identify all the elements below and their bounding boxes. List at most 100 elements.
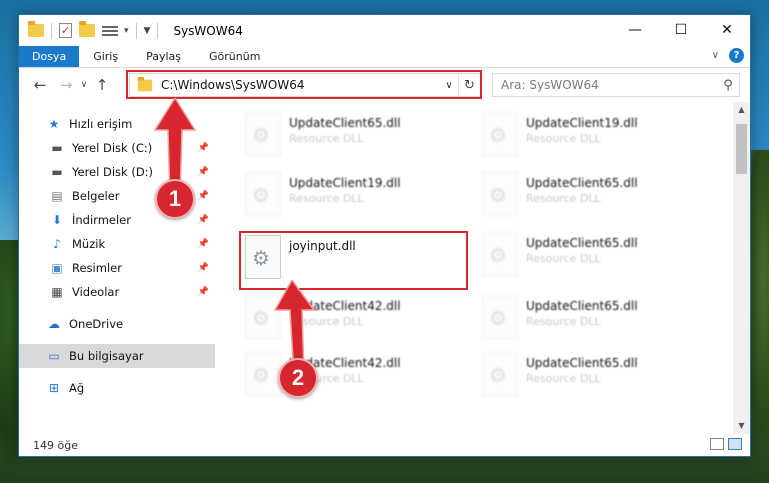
computer-icon: ▭	[48, 349, 60, 363]
file-name: UpdateClient65.dll	[526, 356, 638, 370]
recent-dropdown-icon[interactable]: ∨	[77, 80, 91, 90]
file-texts: UpdateClient19.dll Resource DLL	[289, 172, 401, 205]
customize-icon[interactable]	[102, 24, 118, 38]
qa-separator	[51, 22, 52, 39]
minimize-button[interactable]: —	[612, 15, 658, 45]
chevron-down-icon[interactable]: ∨	[712, 50, 719, 61]
download-icon: ⬇	[51, 213, 63, 227]
videos-icon: ▦	[51, 285, 63, 299]
dll-file-icon	[482, 295, 518, 339]
ribbon-tabs: Dosya Giriş Paylaş Görünüm ∨ ?	[19, 46, 750, 68]
dll-file-icon	[482, 172, 518, 216]
scroll-down-icon[interactable]: ▼	[733, 418, 750, 434]
cloud-icon: ☁	[48, 317, 60, 331]
file-texts: UpdateClient65.dll Resource DLL	[526, 232, 638, 265]
item-count: 149 öğe	[33, 438, 78, 452]
search-box[interactable]: Ara: SysWOW64 ⚲	[492, 73, 740, 97]
qa-separator-2	[135, 22, 137, 39]
pin-icon: 📌	[197, 239, 209, 249]
pin-icon: 📌	[197, 287, 209, 297]
file-texts: UpdateClient65.dll Resource DLL	[526, 295, 638, 328]
file-item[interactable]: UpdateClient65.dll Resource DLL	[482, 232, 707, 284]
file-name: UpdateClient65.dll	[289, 116, 401, 130]
file-name: UpdateClient65.dll	[526, 176, 638, 190]
network-icon: ⊞	[48, 381, 60, 395]
scroll-up-icon[interactable]: ▲	[733, 102, 750, 118]
properties-check-icon[interactable]: ✓	[59, 23, 72, 38]
help-icon[interactable]: ?	[729, 48, 744, 63]
large-icons-view-icon[interactable]	[728, 438, 742, 450]
window-controls: — ☐ ✕	[612, 15, 750, 45]
search-input[interactable]: Ara: SysWOW64	[493, 78, 717, 92]
sidebar-item-this-pc[interactable]: ▭ Bu bilgisayar	[19, 344, 215, 368]
file-type: Resource DLL	[526, 252, 601, 265]
status-bar: 149 öğe	[19, 434, 750, 456]
dll-file-icon	[482, 112, 518, 156]
file-texts: UpdateClient65.dll Resource DLL	[289, 112, 401, 145]
sidebar-item-label: Müzik	[72, 237, 106, 251]
pin-icon: 📌	[197, 263, 209, 273]
view-toggle	[710, 438, 742, 450]
scrollbar-thumb[interactable]	[736, 124, 747, 174]
quick-access-toolbar: ✓ ▾ ▼	[19, 15, 150, 46]
sidebar-item-label: Yerel Disk (D:)	[72, 165, 154, 179]
sidebar-item-label: OneDrive	[69, 317, 124, 331]
maximize-button[interactable]: ☐	[658, 15, 704, 45]
dll-file-icon	[482, 352, 518, 396]
file-type: Resource DLL	[526, 372, 601, 385]
file-item[interactable]: UpdateClient65.dll Resource DLL	[245, 112, 470, 164]
tab-paylas[interactable]: Paylaş	[132, 46, 195, 67]
sidebar-item-label: Bu bilgisayar	[69, 349, 144, 363]
ribbon-right-controls: ∨ ?	[712, 48, 744, 63]
file-type: Resource DLL	[289, 132, 364, 145]
sidebar-item-music[interactable]: ♪ Müzik 📌	[19, 232, 215, 256]
step-badge-1: 1	[155, 179, 195, 219]
up-arrow-icon[interactable]: ↑	[91, 76, 113, 94]
pictures-icon: ▣	[51, 261, 63, 275]
tab-dosya[interactable]: Dosya	[19, 46, 80, 67]
sidebar-item-videos[interactable]: ▦ Videolar 📌	[19, 280, 215, 304]
step-badge-2: 2	[278, 358, 318, 398]
qa-dropdown-icon[interactable]: ▾	[124, 26, 129, 36]
dll-file-icon	[482, 232, 518, 276]
pin-icon: 📌	[197, 215, 209, 225]
new-folder-icon[interactable]	[79, 21, 95, 37]
star-icon: ★	[48, 117, 60, 131]
file-name: UpdateClient19.dll	[526, 116, 638, 130]
navigation-bar: ← → ∨ ↑ C:\Windows\SysWOW64 ∨ ↻ Ara: Sys…	[19, 68, 750, 102]
file-name: UpdateClient65.dll	[526, 236, 638, 250]
sidebar-item-pictures[interactable]: ▣ Resimler 📌	[19, 256, 215, 280]
drive-icon: ▬	[51, 165, 63, 179]
file-type: Resource DLL	[289, 192, 364, 205]
file-item[interactable]: UpdateClient19.dll Resource DLL	[245, 172, 470, 224]
file-item[interactable]: UpdateClient65.dll Resource DLL	[482, 295, 707, 347]
sidebar-item-onedrive[interactable]: ☁ OneDrive	[19, 312, 215, 336]
file-item[interactable]: UpdateClient19.dll Resource DLL	[482, 112, 707, 164]
dll-file-icon	[245, 172, 281, 216]
file-name: UpdateClient65.dll	[526, 299, 638, 313]
forward-arrow-icon[interactable]: →	[55, 76, 77, 94]
sidebar-item-label: İndirmeler	[72, 213, 131, 227]
sidebar-item-network[interactable]: ⊞ Ağ	[19, 376, 215, 400]
vertical-scrollbar[interactable]: ▲ ▼	[733, 102, 750, 434]
file-type: Resource DLL	[526, 132, 601, 145]
folder-icon	[28, 21, 44, 37]
sidebar-item-label: Belgeler	[72, 189, 120, 203]
sidebar-item-label: Resimler	[72, 261, 122, 275]
file-item[interactable]: UpdateClient65.dll Resource DLL	[482, 352, 707, 404]
file-texts: UpdateClient65.dll Resource DLL	[526, 172, 638, 205]
title-separator	[157, 22, 159, 39]
sidebar-item-label: Yerel Disk (C:)	[72, 141, 153, 155]
close-button[interactable]: ✕	[704, 15, 750, 45]
file-type: Resource DLL	[526, 192, 601, 205]
tab-gorunum[interactable]: Görünüm	[195, 46, 274, 67]
tab-giris[interactable]: Giriş	[79, 46, 132, 67]
qa-customize-icon[interactable]: ▼	[144, 26, 151, 36]
back-arrow-icon[interactable]: ←	[29, 76, 51, 94]
sidebar-item-label: Hızlı erişim	[69, 117, 133, 131]
details-view-icon[interactable]	[710, 438, 724, 450]
search-icon[interactable]: ⚲	[717, 78, 739, 93]
file-item[interactable]: UpdateClient65.dll Resource DLL	[482, 172, 707, 224]
